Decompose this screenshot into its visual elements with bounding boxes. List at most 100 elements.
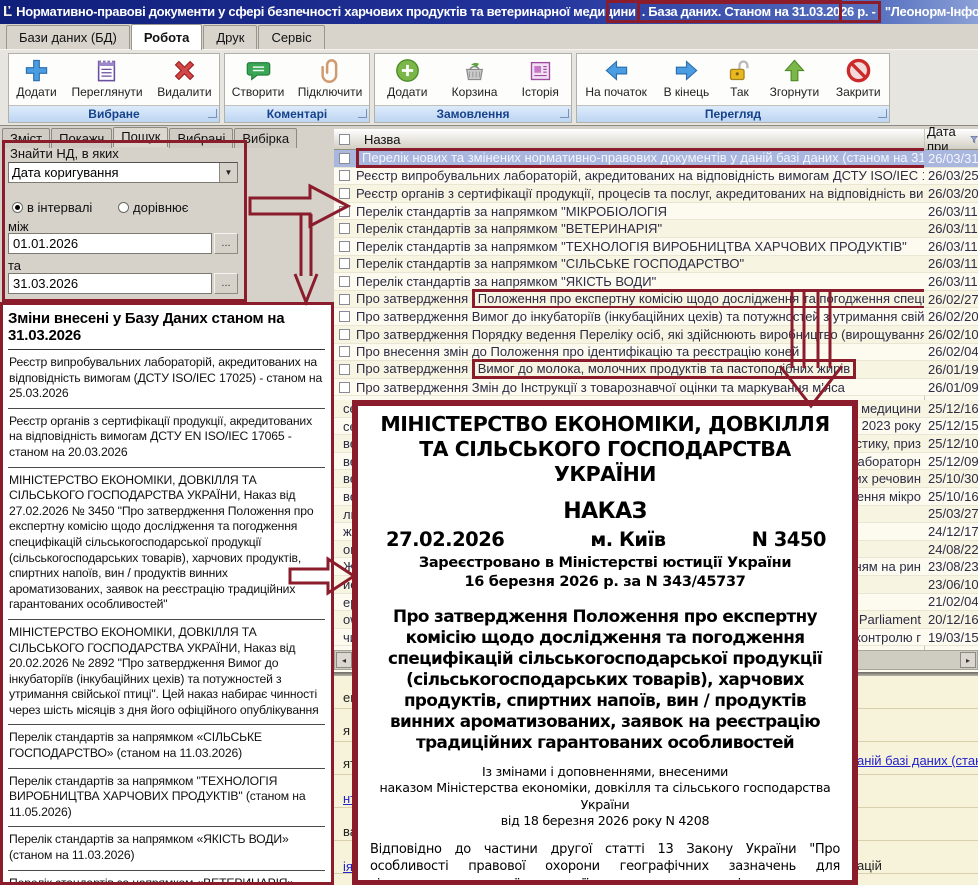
dialog-launcher-icon[interactable] bbox=[878, 109, 887, 118]
document-name: Про затвердження Змін до Інструкції з то… bbox=[356, 379, 924, 396]
collapse-button[interactable]: Згорнути bbox=[765, 56, 825, 100]
row-checkbox[interactable] bbox=[339, 188, 350, 199]
document-date: 24/12/17 bbox=[924, 524, 978, 539]
menu-tab[interactable]: Сервіс bbox=[258, 25, 324, 49]
row-checkbox[interactable] bbox=[339, 170, 350, 181]
name-plain: Перелік стандартів за напрямком "ТЕХНОЛО… bbox=[356, 239, 907, 254]
name-fragment-left: вер bbox=[343, 489, 352, 504]
table-row[interactable]: Перелік стандартів за напрямком "СІЛЬСЬК… bbox=[334, 256, 978, 274]
name-fragment-left: ow bbox=[343, 612, 352, 627]
changes-list: Зміни внесені у Базу Даних станом на 31.… bbox=[0, 302, 334, 885]
document-date: 25/12/15 bbox=[924, 418, 978, 433]
document-viewer-window: МІНІСТЕРСТВО ЕКОНОМІКИ, ДОВКІЛЛЯ ТА СІЛЬ… bbox=[352, 400, 858, 885]
dialog-launcher-icon[interactable] bbox=[358, 109, 367, 118]
amendments-line: наказом Міністерства економіки, довкілля… bbox=[370, 780, 840, 813]
search-form-annotation-box bbox=[2, 140, 247, 302]
document-date-line: 27.02.2026 м. Київ N 3450 bbox=[370, 528, 840, 551]
row-checkbox[interactable] bbox=[339, 206, 350, 217]
document-name: Про затвердження Вимог до молока, молочн… bbox=[356, 359, 924, 379]
button-label: Так bbox=[730, 85, 749, 99]
name-fragment-right: ї медицини bbox=[854, 401, 924, 416]
document-name: Про внесення змін до Положення про ідент… bbox=[356, 343, 924, 360]
table-row[interactable]: Реєстр випробувальних лабораторій, акред… bbox=[334, 168, 978, 186]
list-item[interactable]: Перелік стандартів за напрямком «СІЛЬСЬК… bbox=[8, 725, 325, 768]
notepad-icon bbox=[93, 57, 120, 84]
table-row[interactable]: Перелік стандартів за напрямком "МІКРОБІ… bbox=[334, 203, 978, 221]
list-item[interactable]: МІНІСТЕРСТВО ЕКОНОМІКИ, ДОВКІЛЛЯ ТА СІЛЬ… bbox=[8, 468, 325, 620]
row-checkbox[interactable] bbox=[339, 223, 350, 234]
table-row[interactable]: Про затвердження Вимог до молока, молочн… bbox=[334, 361, 978, 379]
go-last-button[interactable]: В кінець bbox=[659, 56, 715, 100]
name-annotated: Положення про експертну комісію щодо дос… bbox=[472, 289, 924, 309]
amendments-line: від 18 березня 2026 року N 4208 bbox=[370, 813, 840, 830]
table-header[interactable]: Назва Дата при bbox=[334, 129, 978, 150]
column-header-name[interactable]: Назва bbox=[356, 132, 400, 147]
name-fragment-left: ист bbox=[343, 577, 352, 592]
document-name: Перелік стандартів за напрямком "ТЕХНОЛО… bbox=[356, 238, 924, 255]
button-label: Видалити bbox=[157, 85, 211, 99]
table-row[interactable]: Перелік нових та змінених нормативно-пра… bbox=[334, 150, 978, 168]
filter-icon[interactable] bbox=[970, 134, 978, 145]
row-checkbox[interactable] bbox=[339, 329, 350, 340]
go-first-button[interactable]: На початок bbox=[580, 56, 652, 100]
view-favorite-button[interactable]: Переглянути bbox=[66, 56, 147, 100]
document-name: Перелік стандартів за напрямком "ВЕТЕРИН… bbox=[356, 220, 924, 237]
row-checkbox[interactable] bbox=[339, 276, 350, 287]
document-ministry: МІНІСТЕРСТВО ЕКОНОМІКИ, ДОВКІЛЛЯ ТА СІЛЬ… bbox=[370, 412, 840, 487]
row-checkbox[interactable] bbox=[339, 346, 350, 357]
yes-button[interactable]: Так bbox=[721, 56, 758, 100]
group-label-text: Коментарі bbox=[267, 107, 328, 121]
create-comment-button[interactable]: Створити bbox=[227, 56, 290, 100]
table-row[interactable]: Про затвердження Порядку ведення Перелік… bbox=[334, 326, 978, 344]
close-button[interactable]: Закрити bbox=[831, 56, 886, 100]
table-row[interactable]: Про затвердження Положення про експертну… bbox=[334, 291, 978, 309]
document-name: Про затвердження Положення про експертну… bbox=[356, 289, 924, 309]
list-item[interactable]: Реєстр органів з сертифікації продукції,… bbox=[8, 409, 325, 468]
list-item[interactable]: МІНІСТЕРСТВО ЕКОНОМІКИ, ДОВКІЛЛЯ ТА СІЛЬ… bbox=[8, 620, 325, 726]
delete-favorite-button[interactable]: Видалити bbox=[152, 56, 216, 100]
row-checkbox[interactable] bbox=[339, 382, 350, 393]
table-row[interactable]: Реєстр органів з сертифікації продукції,… bbox=[334, 185, 978, 203]
button-label: Створити bbox=[232, 85, 285, 99]
row-checkbox[interactable] bbox=[339, 258, 350, 269]
list-item[interactable]: Перелік стандартів за напрямком «ЯКІСТЬ … bbox=[8, 827, 325, 870]
basket-button[interactable]: Корзина bbox=[447, 56, 503, 100]
table-row[interactable]: Перелік стандартів за напрямком "ТЕХНОЛО… bbox=[334, 238, 978, 256]
name-fragment-left: вер bbox=[343, 436, 352, 451]
row-checkbox[interactable] bbox=[339, 294, 350, 305]
scroll-left-button[interactable]: ◂ bbox=[336, 652, 352, 668]
left-panel: ЗмістПокажчПошукВибраніВибірка Знайти НД… bbox=[0, 126, 334, 885]
history-button[interactable]: Історія bbox=[517, 56, 564, 100]
row-checkbox[interactable] bbox=[339, 241, 350, 252]
ribbon-group-view: На початок В кінець Так Згорнути Закрити… bbox=[576, 53, 890, 123]
scroll-right-button[interactable]: ▸ bbox=[960, 652, 976, 668]
name-fragment-left: вер bbox=[343, 454, 352, 469]
list-item[interactable]: Реєстр випробувальних лабораторій, акред… bbox=[8, 350, 325, 409]
list-item[interactable]: Перелік стандартів за напрямком "ТЕХНОЛО… bbox=[8, 769, 325, 828]
ribbon-group-label: Вибране bbox=[9, 105, 219, 122]
list-item[interactable]: Перелік стандартів за напрямком «ВЕТЕРИН… bbox=[8, 871, 325, 885]
table-row[interactable]: Перелік стандартів за напрямком "ВЕТЕРИН… bbox=[334, 220, 978, 238]
attach-comment-button[interactable]: Підключити bbox=[293, 56, 368, 100]
name-fragment-right: лабораторн bbox=[850, 454, 924, 469]
dialog-launcher-icon[interactable] bbox=[560, 109, 569, 118]
row-checkbox[interactable] bbox=[339, 153, 350, 164]
related-document-link[interactable]: аній базі даних (стано bbox=[857, 753, 978, 768]
dialog-launcher-icon[interactable] bbox=[208, 109, 217, 118]
menu-tab[interactable]: Робота bbox=[131, 24, 203, 50]
document-date: 24/08/22 bbox=[924, 542, 978, 557]
menu-tab[interactable]: Друк bbox=[203, 25, 257, 49]
name-fragment-left: Жа bbox=[343, 559, 352, 574]
table-row[interactable]: Про затвердження Вимог до інкубаторіїв (… bbox=[334, 308, 978, 326]
button-label: Підключити bbox=[298, 85, 363, 99]
row-checkbox[interactable] bbox=[339, 311, 350, 322]
table-row[interactable]: Про затвердження Змін до Інструкції з то… bbox=[334, 379, 978, 397]
header-checkbox[interactable] bbox=[339, 134, 350, 145]
padlock-icon bbox=[726, 57, 753, 84]
menu-tab[interactable]: Бази даних (БД) bbox=[6, 25, 130, 49]
add-favorite-button[interactable]: Додати bbox=[11, 56, 61, 100]
group-label-text: Вибране bbox=[88, 107, 139, 121]
document-type: НАКАЗ bbox=[370, 499, 840, 524]
add-order-button[interactable]: Додати bbox=[382, 56, 432, 100]
row-checkbox[interactable] bbox=[339, 364, 350, 375]
